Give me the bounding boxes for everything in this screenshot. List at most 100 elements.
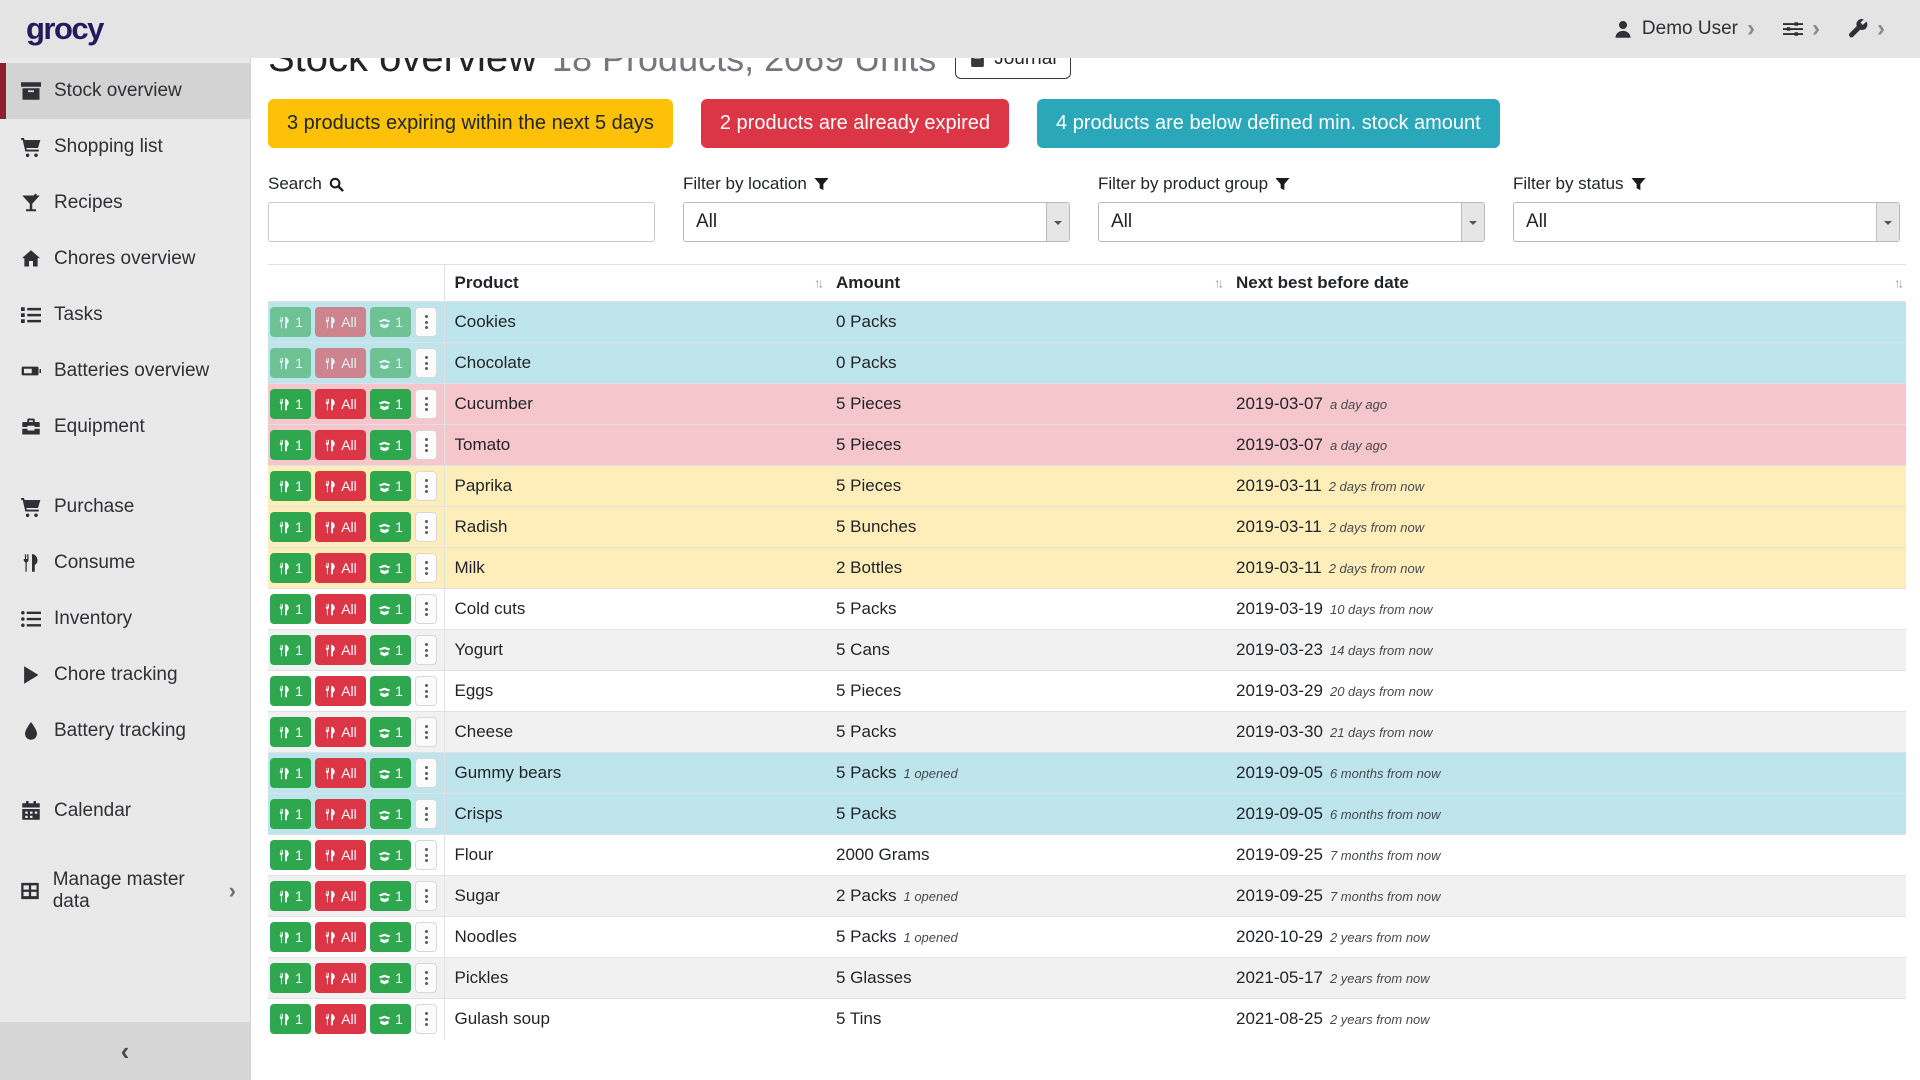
open-one-button[interactable]: 1 (370, 512, 411, 542)
sidebar-item-manage-master-data[interactable]: Manage master data› (0, 863, 250, 919)
column-header-amount[interactable]: Amount ↑↓ (826, 265, 1226, 302)
open-one-button[interactable]: 1 (370, 922, 411, 952)
consume-one-button[interactable]: 1 (270, 717, 311, 747)
sidebar-item-tasks[interactable]: Tasks (0, 287, 250, 343)
column-header-product[interactable]: Product ↑↓ (444, 265, 826, 302)
row-menu-button[interactable] (415, 471, 437, 501)
row-menu-button[interactable] (415, 881, 437, 911)
row-menu-button[interactable] (415, 348, 437, 378)
alert-info[interactable]: 4 products are below defined min. stock … (1037, 99, 1500, 148)
consume-all-button[interactable]: All (315, 717, 366, 747)
consume-all-button[interactable]: All (315, 676, 366, 706)
consume-all-button[interactable]: All (315, 594, 366, 624)
row-menu-button[interactable] (415, 676, 437, 706)
consume-one-button[interactable]: 1 (270, 1004, 311, 1034)
open-one-button[interactable]: 1 (370, 676, 411, 706)
row-menu-button[interactable] (415, 635, 437, 665)
sidebar-item-chore-tracking[interactable]: Chore tracking (0, 647, 250, 703)
sidebar-item-stock-overview[interactable]: Stock overview (0, 63, 250, 119)
open-one-button[interactable]: 1 (370, 840, 411, 870)
consume-all-button[interactable]: All (315, 635, 366, 665)
alert-warning[interactable]: 3 products expiring within the next 5 da… (268, 99, 673, 148)
open-one-button[interactable]: 1 (370, 758, 411, 788)
consume-one-button[interactable]: 1 (270, 758, 311, 788)
sidebar-item-recipes[interactable]: Recipes (0, 175, 250, 231)
consume-all-button[interactable]: All (315, 799, 366, 829)
admin-menu[interactable]: › (1839, 17, 1894, 41)
consume-one-button[interactable]: 1 (270, 799, 311, 829)
row-menu-button[interactable] (415, 430, 437, 460)
open-one-button[interactable]: 1 (370, 963, 411, 993)
open-one-button[interactable]: 1 (370, 471, 411, 501)
open-one-button[interactable]: 1 (370, 635, 411, 665)
consume-all-button[interactable]: All (315, 553, 366, 583)
consume-all-button[interactable]: All (315, 758, 366, 788)
open-one-button[interactable]: 1 (370, 307, 411, 337)
open-one-button[interactable]: 1 (370, 594, 411, 624)
consume-all-button[interactable]: All (315, 348, 366, 378)
consume-all-button[interactable]: All (315, 430, 366, 460)
sidebar-collapse-button[interactable]: ‹ (0, 1022, 250, 1080)
row-menu-button[interactable] (415, 1004, 437, 1034)
row-menu-button[interactable] (415, 799, 437, 829)
consume-one-button[interactable]: 1 (270, 881, 311, 911)
row-menu-button[interactable] (415, 512, 437, 542)
consume-all-button[interactable]: All (315, 307, 366, 337)
column-header-date[interactable]: Next best before date ↑↓ (1226, 265, 1906, 302)
sidebar-item-calendar[interactable]: Calendar (0, 783, 250, 839)
sidebar-item-batteries-overview[interactable]: Batteries overview (0, 343, 250, 399)
alert-danger[interactable]: 2 products are already expired (701, 99, 1009, 148)
consume-all-button[interactable]: All (315, 512, 366, 542)
open-one-button[interactable]: 1 (370, 717, 411, 747)
consume-all-button[interactable]: All (315, 389, 366, 419)
sidebar-item-consume[interactable]: Consume (0, 535, 250, 591)
location-select[interactable]: All (683, 202, 1070, 242)
consume-one-button[interactable]: 1 (270, 389, 311, 419)
row-menu-button[interactable] (415, 553, 437, 583)
open-one-button[interactable]: 1 (370, 553, 411, 583)
row-menu-button[interactable] (415, 307, 437, 337)
open-one-button[interactable]: 1 (370, 348, 411, 378)
consume-all-button[interactable]: All (315, 963, 366, 993)
row-menu-button[interactable] (415, 389, 437, 419)
user-menu[interactable]: Demo User › (1604, 17, 1764, 41)
consume-one-button[interactable]: 1 (270, 430, 311, 460)
consume-one-button[interactable]: 1 (270, 512, 311, 542)
sidebar-item-purchase[interactable]: Purchase (0, 479, 250, 535)
consume-one-button[interactable]: 1 (270, 963, 311, 993)
consume-one-button[interactable]: 1 (270, 676, 311, 706)
consume-all-button[interactable]: All (315, 1004, 366, 1034)
open-one-button[interactable]: 1 (370, 1004, 411, 1034)
consume-all-button[interactable]: All (315, 471, 366, 501)
consume-one-button[interactable]: 1 (270, 635, 311, 665)
open-one-button[interactable]: 1 (370, 881, 411, 911)
consume-one-button[interactable]: 1 (270, 471, 311, 501)
sidebar-item-chores-overview[interactable]: Chores overview (0, 231, 250, 287)
sidebar-item-equipment[interactable]: Equipment (0, 399, 250, 455)
sidebar-item-shopping-list[interactable]: Shopping list (0, 119, 250, 175)
sidebar-item-inventory[interactable]: Inventory (0, 591, 250, 647)
consume-all-button[interactable]: All (315, 922, 366, 952)
sidebar-item-battery-tracking[interactable]: Battery tracking (0, 703, 250, 759)
row-menu-button[interactable] (415, 717, 437, 747)
row-menu-button[interactable] (415, 963, 437, 993)
row-menu-button[interactable] (415, 922, 437, 952)
consume-one-button[interactable]: 1 (270, 840, 311, 870)
consume-one-button[interactable]: 1 (270, 922, 311, 952)
consume-all-button[interactable]: All (315, 881, 366, 911)
consume-all-button[interactable]: All (315, 840, 366, 870)
status-select[interactable]: All (1513, 202, 1900, 242)
consume-one-button[interactable]: 1 (270, 553, 311, 583)
row-menu-button[interactable] (415, 840, 437, 870)
consume-one-button[interactable]: 1 (270, 348, 311, 378)
product-group-select[interactable]: All (1098, 202, 1485, 242)
open-one-button[interactable]: 1 (370, 389, 411, 419)
row-menu-button[interactable] (415, 758, 437, 788)
settings-menu[interactable]: › (1774, 17, 1829, 41)
row-menu-button[interactable] (415, 594, 437, 624)
consume-one-button[interactable]: 1 (270, 594, 311, 624)
consume-one-button[interactable]: 1 (270, 307, 311, 337)
search-input[interactable] (268, 202, 655, 242)
open-one-button[interactable]: 1 (370, 799, 411, 829)
open-one-button[interactable]: 1 (370, 430, 411, 460)
